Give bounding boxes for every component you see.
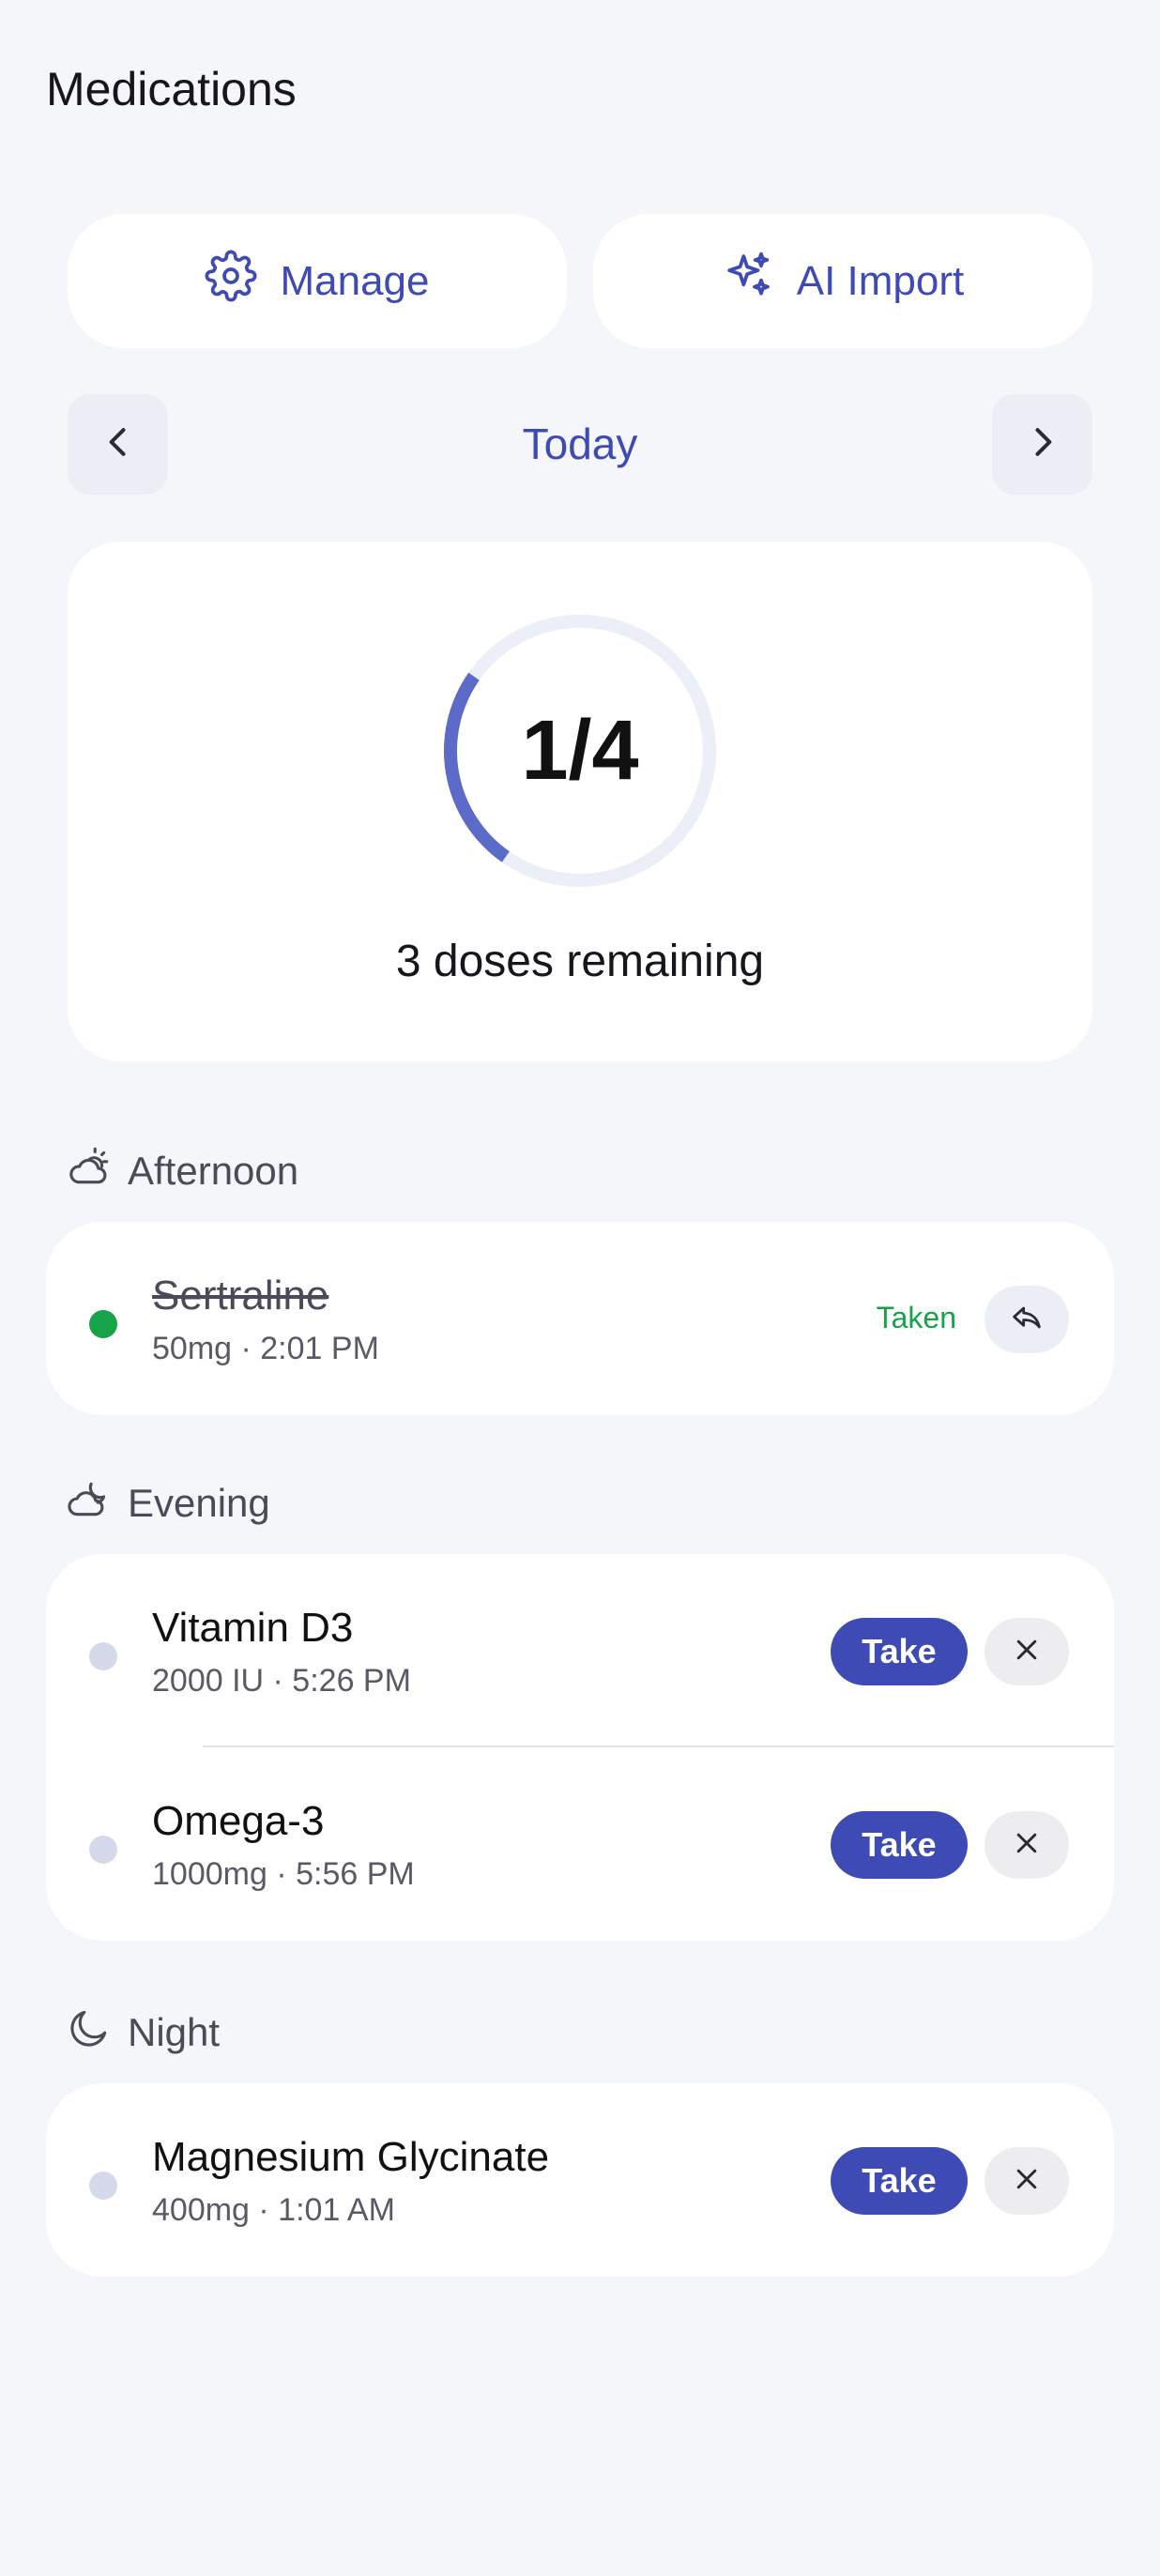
- section-header-night: Night: [66, 2004, 220, 2061]
- medication-name: Magnesium Glycinate: [152, 2134, 550, 2180]
- doses-remaining: 3 doses remaining: [395, 937, 765, 986]
- date-navigation: Today: [68, 394, 1092, 495]
- afternoon-list: Sertraline 50mg · 2:01 PM Taken: [46, 1222, 1114, 1415]
- skip-button[interactable]: [984, 2147, 1069, 2215]
- gear-icon: [205, 250, 257, 312]
- undo-button[interactable]: [984, 1286, 1069, 1353]
- medication-dose-time: 1000mg · 5:56 PM: [152, 1856, 415, 1892]
- manage-label: Manage: [280, 257, 430, 304]
- skip-button[interactable]: [984, 1811, 1069, 1879]
- section-header-evening: Evening: [66, 1475, 270, 1532]
- ai-import-button[interactable]: AI Import: [593, 214, 1092, 348]
- list-item[interactable]: Sertraline 50mg · 2:01 PM Taken: [46, 1222, 1114, 1415]
- ai-import-label: AI Import: [796, 257, 965, 304]
- take-button[interactable]: Take: [831, 1811, 968, 1879]
- section-header-afternoon: Afternoon: [66, 1143, 298, 1199]
- cloud-sun-icon: [66, 1143, 113, 1199]
- list-item[interactable]: Magnesium Glycinate 400mg · 1:01 AM Take: [46, 2083, 1114, 2277]
- date-label: Today: [522, 419, 638, 468]
- medications-screen: Medications Manage AI Import Today 1/4 3…: [0, 0, 1160, 2576]
- medication-name: Sertraline: [152, 1273, 329, 1318]
- take-button[interactable]: Take: [831, 2147, 968, 2215]
- list-item[interactable]: Vitamin D3 2000 IU · 5:26 PM Take: [46, 1554, 1114, 1747]
- take-button[interactable]: Take: [831, 1618, 968, 1685]
- progress-count: 1/4: [521, 703, 639, 798]
- evening-list: Vitamin D3 2000 IU · 5:26 PM Take Omega-…: [46, 1554, 1114, 1941]
- progress-card: 1/4 3 doses remaining: [68, 541, 1092, 1061]
- status-dot-pending: [89, 1642, 117, 1670]
- medication-dose-time: 50mg · 2:01 PM: [152, 1331, 379, 1366]
- medication-dose-time: 400mg · 1:01 AM: [152, 2192, 395, 2228]
- status-dot-pending: [89, 2172, 117, 2200]
- moon-icon: [66, 2004, 113, 2061]
- section-title: Evening: [128, 1481, 270, 1525]
- next-day-button[interactable]: [992, 394, 1092, 495]
- chevron-right-icon: [1022, 421, 1063, 467]
- status-dot-pending: [89, 1836, 117, 1864]
- skip-button[interactable]: [984, 1618, 1069, 1685]
- medication-name: Omega-3: [152, 1798, 325, 1844]
- night-list: Magnesium Glycinate 400mg · 1:01 AM Take: [46, 2083, 1114, 2277]
- section-title: Afternoon: [128, 1149, 299, 1193]
- close-icon: [1013, 1636, 1041, 1669]
- list-item[interactable]: Omega-3 1000mg · 5:56 PM Take: [46, 1747, 1114, 1941]
- section-title: Night: [128, 2010, 221, 2054]
- taken-status-label: Taken: [876, 1301, 956, 1334]
- manage-button[interactable]: Manage: [68, 214, 567, 348]
- medication-dose-time: 2000 IU · 5:26 PM: [152, 1663, 411, 1699]
- undo-icon: [1008, 1299, 1046, 1341]
- close-icon: [1013, 2165, 1041, 2198]
- status-dot-taken: [89, 1310, 117, 1338]
- sparkles-icon: [722, 250, 774, 312]
- close-icon: [1013, 1829, 1041, 1862]
- cloud-moon-icon: [66, 1475, 113, 1532]
- action-buttons: Manage AI Import: [68, 214, 1092, 348]
- page-title: Medications: [46, 63, 297, 115]
- medication-name: Vitamin D3: [152, 1605, 354, 1651]
